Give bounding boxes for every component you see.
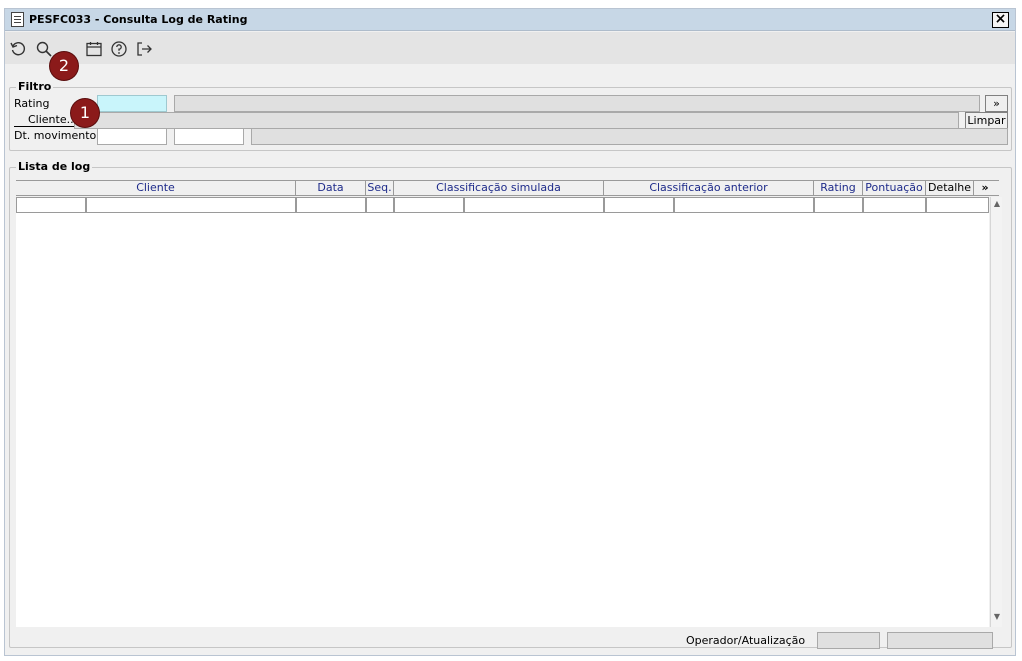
rating-description-field bbox=[174, 95, 980, 112]
rating-code-input[interactable] bbox=[97, 95, 167, 112]
cliente-field bbox=[74, 112, 959, 129]
row-cell[interactable] bbox=[394, 197, 464, 213]
col-detalhe[interactable]: Detalhe bbox=[926, 181, 974, 196]
log-list-group: Lista de log Cliente Data Seq. Classific… bbox=[9, 160, 1012, 649]
scroll-up-icon[interactable]: ▲ bbox=[992, 199, 1002, 212]
col-rating[interactable]: Rating bbox=[814, 181, 863, 196]
refresh-icon[interactable] bbox=[9, 40, 27, 58]
title-bar: PESFC033 - Consulta Log de Rating × bbox=[5, 9, 1015, 31]
row-cell[interactable] bbox=[296, 197, 366, 213]
row-cell[interactable] bbox=[863, 197, 926, 213]
annotation-marker-2: 2 bbox=[50, 52, 78, 80]
main-window: PESFC033 - Consulta Log de Rating × Filt… bbox=[4, 8, 1016, 656]
dt-to-input[interactable] bbox=[174, 128, 244, 145]
operator-update-label: Operador/Atualização bbox=[686, 634, 806, 647]
row-cell[interactable] bbox=[16, 197, 86, 213]
annotation-marker-1: 1 bbox=[71, 99, 99, 127]
col-classificacao-simulada[interactable]: Classificação simulada bbox=[394, 181, 604, 196]
row-cell[interactable] bbox=[674, 197, 814, 213]
col-seq[interactable]: Seq. bbox=[366, 181, 394, 196]
filter-group: Filtro Rating » Cliente... Limpar Dt. mo… bbox=[9, 80, 1012, 151]
operator-field bbox=[817, 632, 880, 649]
col-classificacao-anterior[interactable]: Classificação anterior bbox=[604, 181, 814, 196]
scroll-down-icon[interactable]: ▼ bbox=[992, 612, 1002, 625]
row-cell[interactable] bbox=[366, 197, 394, 213]
document-icon bbox=[11, 12, 24, 27]
filter-legend: Filtro bbox=[16, 80, 54, 93]
toolbar bbox=[5, 32, 1015, 64]
dt-movimento-label: Dt. movimento bbox=[14, 129, 97, 142]
log-table-body[interactable] bbox=[16, 197, 989, 627]
search-icon[interactable] bbox=[35, 40, 53, 58]
dt-from-input[interactable] bbox=[97, 128, 167, 145]
rating-label: Rating bbox=[14, 97, 50, 110]
col-pontuacao[interactable]: Pontuação bbox=[863, 181, 926, 196]
col-data[interactable]: Data bbox=[296, 181, 366, 196]
expand-button[interactable]: » bbox=[985, 95, 1008, 112]
row-cell[interactable] bbox=[86, 197, 296, 213]
col-more-button[interactable]: » bbox=[974, 181, 996, 196]
cliente-lookup-link[interactable]: Cliente... bbox=[14, 113, 77, 127]
exit-icon[interactable] bbox=[135, 40, 153, 58]
vertical-scrollbar[interactable]: ▲ ▼ bbox=[990, 197, 1002, 627]
col-cliente[interactable]: Cliente bbox=[16, 181, 296, 196]
update-field bbox=[887, 632, 993, 649]
clear-button[interactable]: Limpar bbox=[965, 112, 1008, 129]
log-table-header: Cliente Data Seq. Classificação simulada… bbox=[16, 180, 999, 196]
row-cell[interactable] bbox=[464, 197, 604, 213]
row-cell[interactable] bbox=[604, 197, 674, 213]
calendar-icon[interactable] bbox=[85, 40, 103, 58]
row-cell[interactable] bbox=[926, 197, 989, 213]
row-cell[interactable] bbox=[814, 197, 863, 213]
log-legend: Lista de log bbox=[16, 160, 93, 173]
help-icon[interactable] bbox=[110, 40, 128, 58]
dt-description-field bbox=[251, 128, 1008, 145]
close-button[interactable]: × bbox=[992, 12, 1009, 28]
window-title: PESFC033 - Consulta Log de Rating bbox=[29, 13, 248, 26]
